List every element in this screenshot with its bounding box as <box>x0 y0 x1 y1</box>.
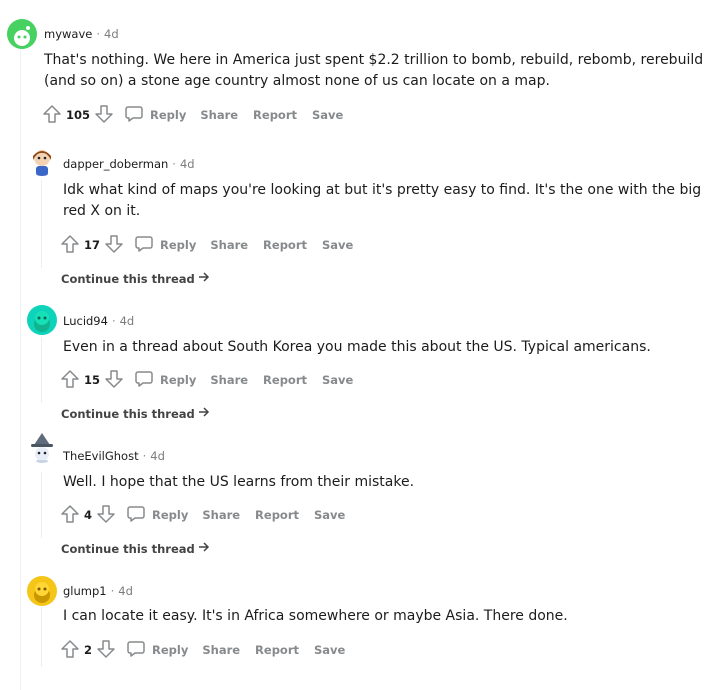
report-button[interactable]: Report <box>253 108 297 122</box>
comment-timestamp[interactable]: 4d <box>150 449 165 463</box>
comment-body: Even in a thread about South Korea you m… <box>63 339 651 355</box>
share-button[interactable]: Share <box>210 238 248 252</box>
upvote-icon[interactable] <box>60 504 80 527</box>
comment-body: Well. I hope that the US learns from the… <box>63 474 415 490</box>
speech-bubble-icon <box>126 639 146 662</box>
comment-author[interactable]: dapper_doberman <box>63 157 168 171</box>
thread-line[interactable] <box>41 337 42 403</box>
arrow-right-icon <box>198 541 210 556</box>
arrow-right-icon <box>198 271 210 286</box>
speech-bubble-icon <box>124 104 144 127</box>
comment-timestamp[interactable]: 4d <box>120 314 135 328</box>
downvote-icon[interactable] <box>96 504 116 527</box>
comment-actions: 105 Reply Share Report Save <box>42 104 358 126</box>
vote-count: 17 <box>84 238 101 252</box>
share-button[interactable]: Share <box>202 508 240 522</box>
upvote-icon[interactable] <box>60 234 80 257</box>
speech-bubble-icon <box>134 234 154 257</box>
upvote-icon[interactable] <box>60 369 80 392</box>
reply-button[interactable]: Reply <box>126 504 188 527</box>
vote-count: 15 <box>84 373 101 387</box>
comment-timestamp[interactable]: 4d <box>180 157 195 171</box>
reply-button[interactable]: Reply <box>124 104 186 127</box>
save-button[interactable]: Save <box>322 373 353 387</box>
downvote-icon[interactable] <box>94 104 114 127</box>
share-button[interactable]: Share <box>210 373 248 387</box>
comment-body: That's nothing. We here in America just … <box>44 52 704 89</box>
save-button[interactable]: Save <box>322 238 353 252</box>
comment-actions: 17 Reply Share Report Save <box>60 234 368 256</box>
reply-button[interactable]: Reply <box>134 234 196 257</box>
share-button[interactable]: Share <box>200 108 238 122</box>
comment-actions: 2 Reply Share Report Save <box>60 639 360 661</box>
thread-line[interactable] <box>41 472 42 538</box>
report-button[interactable]: Report <box>255 508 299 522</box>
avatar[interactable] <box>27 146 57 176</box>
avatar[interactable] <box>27 433 57 463</box>
reply-button[interactable]: Reply <box>134 369 196 392</box>
upvote-icon[interactable] <box>42 104 62 127</box>
comment-body: I can locate it easy. It's in Africa som… <box>63 608 568 624</box>
vote-count: 105 <box>66 108 91 122</box>
share-button[interactable]: Share <box>202 643 240 657</box>
report-button[interactable]: Report <box>263 373 307 387</box>
comment-author[interactable]: Lucid94 <box>63 314 108 328</box>
downvote-icon[interactable] <box>104 234 124 257</box>
vote-count: 4 <box>84 508 93 522</box>
speech-bubble-icon <box>126 504 146 527</box>
vote-count: 2 <box>84 643 93 657</box>
upvote-icon[interactable] <box>60 639 80 662</box>
comment-timestamp[interactable]: 4d <box>104 27 119 41</box>
thread-line[interactable] <box>20 48 21 690</box>
thread-line[interactable] <box>41 607 42 667</box>
comment-author[interactable]: mywave <box>44 27 92 41</box>
speech-bubble-icon <box>134 369 154 392</box>
continue-thread-link[interactable]: Continue this thread <box>61 541 210 556</box>
report-button[interactable]: Report <box>255 643 299 657</box>
save-button[interactable]: Save <box>314 643 345 657</box>
comment-timestamp[interactable]: 4d <box>118 584 133 598</box>
downvote-icon[interactable] <box>96 639 116 662</box>
downvote-icon[interactable] <box>104 369 124 392</box>
reply-button[interactable]: Reply <box>126 639 188 662</box>
save-button[interactable]: Save <box>312 108 343 122</box>
thread-line[interactable] <box>41 180 42 268</box>
comment-actions: 4 Reply Share Report Save <box>60 504 360 526</box>
report-button[interactable]: Report <box>263 238 307 252</box>
avatar[interactable] <box>27 576 57 606</box>
arrow-right-icon <box>198 406 210 421</box>
comment-actions: 15 Reply Share Report Save <box>60 369 368 391</box>
comment-author[interactable]: TheEvilGhost <box>63 449 139 463</box>
avatar[interactable] <box>27 305 57 335</box>
continue-thread-link[interactable]: Continue this thread <box>61 406 210 421</box>
continue-thread-link[interactable]: Continue this thread <box>61 271 210 286</box>
save-button[interactable]: Save <box>314 508 345 522</box>
comment-author[interactable]: glump1 <box>63 584 107 598</box>
avatar[interactable] <box>7 19 37 49</box>
comment-body: Idk what kind of maps you're looking at … <box>63 182 702 219</box>
